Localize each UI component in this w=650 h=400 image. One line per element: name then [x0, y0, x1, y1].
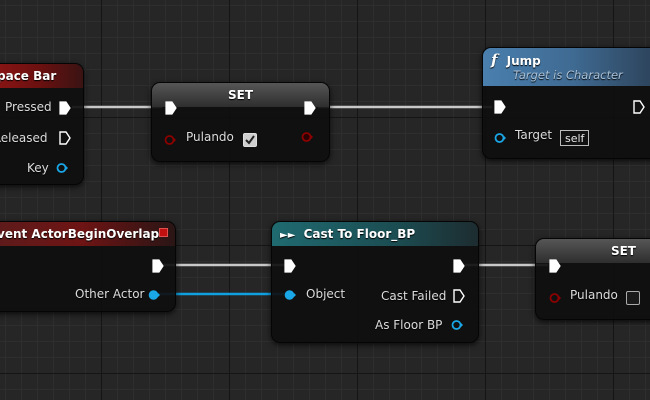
actor-begin-overlap-event-node[interactable]: vent ActorBeginOverlap Other Actor	[0, 221, 176, 312]
cast-exec-in-pin-icon[interactable]	[284, 259, 296, 273]
space-bar-node-header[interactable]: pace Bar	[0, 64, 83, 88]
set-top-pulando-checkbox[interactable]	[243, 133, 257, 147]
function-icon: f	[491, 51, 498, 69]
blueprint-graph-canvas[interactable]: pace Bar Pressed Released Key SET Pul	[0, 0, 650, 400]
begin-overlap-node-header[interactable]: vent ActorBeginOverlap	[0, 222, 175, 246]
set-bottom-pulando-checkbox[interactable]	[626, 291, 640, 305]
set-node-top-header[interactable]: SET	[152, 83, 329, 107]
set-node-top-title: SET	[227, 88, 254, 102]
begin-overlap-exec-out-pin-icon[interactable]	[152, 259, 164, 273]
cast-arrow-icon: ►►	[280, 230, 296, 241]
cast-failed-exec-pin-icon[interactable]	[453, 289, 465, 303]
jump-function-node[interactable]: f Jump Target is Character Target self	[482, 47, 650, 159]
cast-to-floor-bp-node[interactable]: ►► Cast To Floor_BP Object Cast Failed A…	[271, 221, 479, 343]
key-pin-label: Key	[27, 161, 49, 175]
jump-exec-in-pin-icon[interactable]	[494, 100, 506, 114]
set-bottom-pulando-in-pin-icon[interactable]	[549, 292, 561, 304]
released-exec-pin-icon[interactable]	[59, 131, 71, 145]
pressed-pin-label: Pressed	[5, 100, 52, 114]
set-node-bottom-title: SET	[610, 244, 636, 258]
jump-node-header[interactable]: f Jump Target is Character	[483, 48, 650, 86]
set-bottom-pulando-label: Pulando	[570, 288, 618, 302]
as-floor-bp-label: As Floor BP	[375, 318, 443, 332]
key-struct-pin-icon[interactable]	[56, 162, 68, 174]
space-bar-event-node[interactable]: pace Bar Pressed Released Key	[0, 63, 84, 185]
other-actor-pin-label: Other Actor	[75, 287, 145, 301]
set-top-exec-out-pin-icon[interactable]	[304, 101, 316, 115]
set-top-pulando-in-pin-icon[interactable]	[164, 134, 176, 146]
checkmark-icon	[245, 135, 255, 145]
set-top-exec-in-pin-icon[interactable]	[165, 101, 177, 115]
cast-node-title: Cast To Floor_BP	[303, 227, 416, 241]
cast-object-in-pin-icon[interactable]	[284, 289, 296, 301]
other-actor-object-pin-icon[interactable]	[148, 289, 160, 301]
jump-node-title: Jump	[506, 54, 541, 68]
cast-node-header[interactable]: ►► Cast To Floor_BP	[272, 222, 478, 246]
jump-target-label: Target	[515, 128, 553, 142]
set-top-pulando-out-pin-icon[interactable]	[301, 131, 313, 143]
set-pulando-node-top[interactable]: SET Pulando	[151, 82, 330, 162]
released-pin-label: Released	[0, 131, 48, 145]
set-pulando-node-bottom[interactable]: SET Pulando	[535, 238, 650, 320]
jump-exec-out-pin-icon[interactable]	[633, 100, 645, 114]
set-bottom-exec-in-pin-icon[interactable]	[549, 259, 561, 273]
jump-node-subtitle: Target is Character	[513, 68, 623, 82]
pressed-exec-pin-icon[interactable]	[59, 101, 71, 115]
jump-target-self-field[interactable]: self	[560, 130, 590, 146]
space-bar-node-title: pace Bar	[0, 69, 57, 83]
cast-object-label: Object	[306, 287, 346, 301]
jump-target-pin-icon[interactable]	[494, 132, 506, 144]
as-floor-bp-pin-icon[interactable]	[451, 319, 463, 331]
set-top-pulando-label: Pulando	[186, 130, 234, 144]
cast-failed-label: Cast Failed	[381, 289, 447, 303]
cast-exec-out-pin-icon[interactable]	[453, 259, 465, 273]
begin-overlap-node-title: vent ActorBeginOverlap	[0, 227, 160, 241]
event-delegate-icon[interactable]	[159, 228, 168, 237]
